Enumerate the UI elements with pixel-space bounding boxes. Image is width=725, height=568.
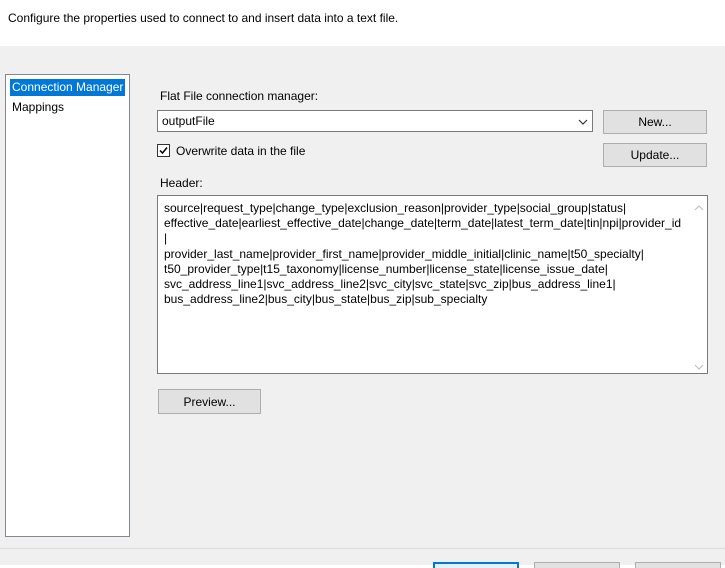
cancel-button[interactable]	[534, 562, 620, 568]
dialog-description: Configure the properties used to connect…	[8, 11, 399, 25]
chevron-up-icon[interactable]	[694, 201, 704, 211]
ok-button[interactable]	[433, 562, 519, 568]
connection-manager-value: outputFile	[162, 114, 215, 128]
overwrite-label[interactable]: Overwrite data in the file	[176, 144, 305, 158]
nav-item-mappings[interactable]: Mappings	[10, 99, 66, 116]
chevron-down-icon[interactable]	[694, 360, 704, 370]
header-text[interactable]: source|request_type|change_type|exclusio…	[164, 201, 684, 307]
header-label: Header:	[160, 176, 203, 190]
connection-manager-label: Flat File connection manager:	[160, 89, 319, 103]
update-button[interactable]: Update...	[603, 143, 707, 167]
chevron-down-icon	[578, 116, 588, 126]
nav-list: Connection Manager Mappings	[5, 74, 130, 537]
checkmark-icon	[159, 147, 168, 155]
dialog-header: Configure the properties used to connect…	[0, 0, 725, 46]
overwrite-checkbox[interactable]	[157, 144, 170, 157]
nav-item-connection-manager[interactable]: Connection Manager	[10, 79, 126, 96]
new-button[interactable]: New...	[603, 110, 707, 134]
header-textarea[interactable]: source|request_type|change_type|exclusio…	[157, 195, 708, 374]
connection-manager-combo[interactable]: outputFile	[157, 110, 593, 132]
preview-button[interactable]: Preview...	[158, 389, 261, 414]
help-button[interactable]	[635, 562, 721, 568]
